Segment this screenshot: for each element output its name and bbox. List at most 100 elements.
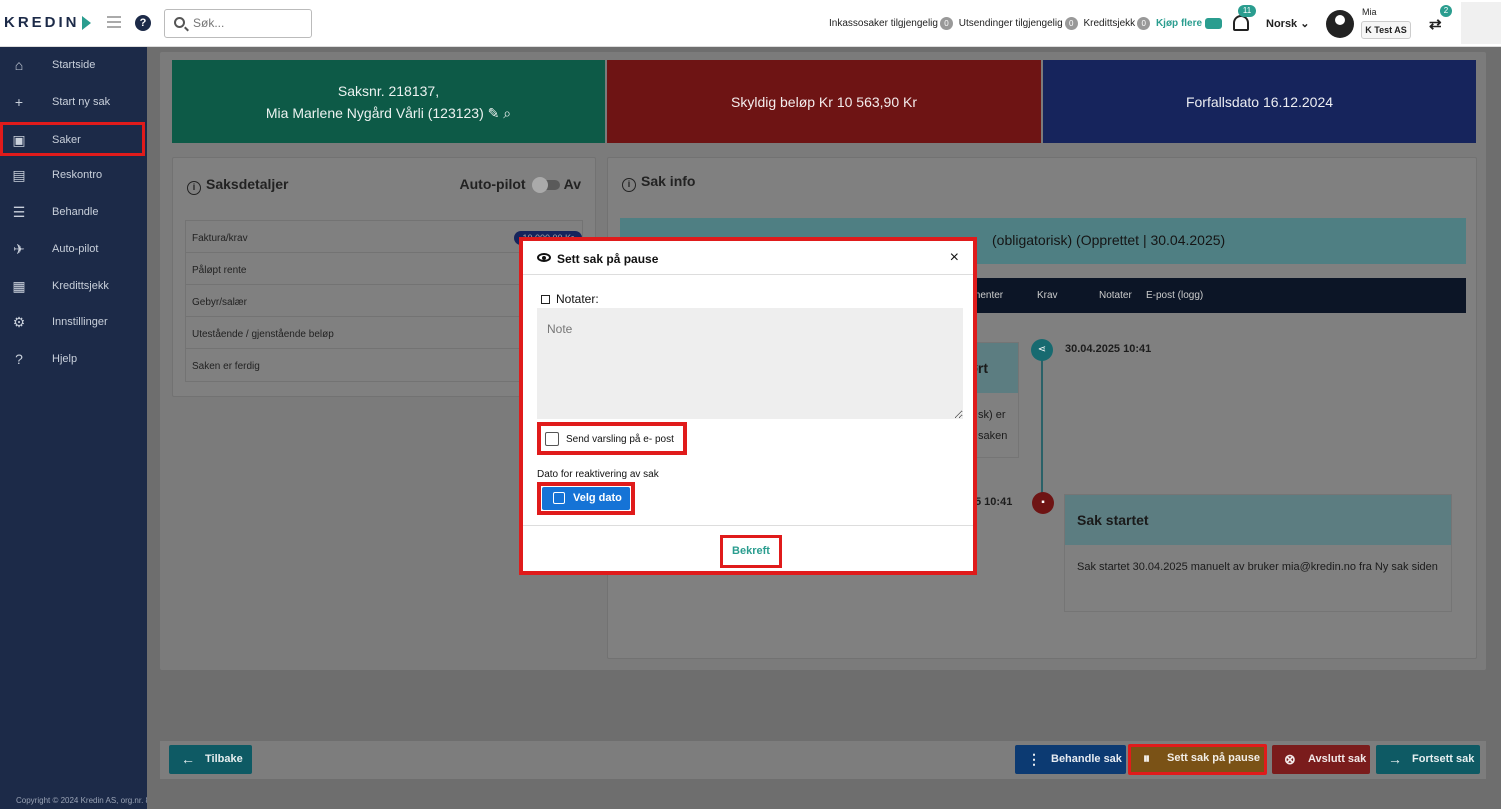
sidebar-item-hjelp[interactable]: ? Hjelp [0, 341, 147, 377]
close-icon[interactable]: × [950, 249, 959, 267]
dialog-footer-divider [523, 525, 973, 526]
pause-case-button[interactable]: ⏸ Sett sak på pause [1128, 744, 1267, 775]
edit-note-icon [541, 295, 550, 304]
counter-label-kredittsjekk: Kredittsjekk [1083, 18, 1136, 30]
language-label: Norsk [1266, 18, 1298, 30]
sidebar-item-saker[interactable]: ▣ Saker [0, 122, 145, 156]
back-button[interactable]: ← Tilbake [169, 745, 252, 774]
usage-counters: Inkassosaker tilgjengelig 0 Utsendinger t… [829, 17, 1223, 30]
reactivation-date-label: Dato for reaktivering av sak [537, 469, 659, 480]
eye-icon [537, 253, 551, 262]
kredin-logo[interactable]: KREDIN [4, 14, 91, 31]
sidebar-item-reskontro[interactable]: ▤ Reskontro [0, 157, 147, 193]
sidebar-item-start-ny-sak[interactable]: + Start ny sak [0, 84, 147, 120]
close-case-button[interactable]: ⊗ Avslutt sak [1272, 745, 1370, 774]
case-details-title: i Saksdetaljer [187, 176, 289, 195]
event-body: Sak startet 30.04.2025 manuelt av bruker… [1077, 561, 1438, 573]
sidebar-item-label: Kredittsjekk [52, 280, 109, 292]
share-icon: ⋖ [1031, 339, 1053, 361]
company-switcher[interactable]: K Test AS [1361, 21, 1411, 39]
search-input[interactable] [193, 16, 303, 30]
document-icon: ▤ [12, 167, 26, 183]
briefcase-icon: ▣ [12, 132, 26, 148]
search-icon [174, 17, 185, 28]
timeline-date: 30.04.2025 10:41 [1065, 343, 1152, 355]
help-icon[interactable]: ? [135, 15, 151, 31]
checklist-icon: ☰ [12, 204, 26, 220]
home-icon: ⌂ [14, 57, 24, 73]
top-bar: KREDIN ? Inkassosaker tilgjengelig0 Utse… [0, 0, 1501, 47]
sidebar-item-label: Startside [52, 59, 96, 71]
sidebar-item-label: Auto-pilot [52, 243, 99, 255]
case-info-title: i Sak info [622, 173, 695, 192]
info-icon: i [622, 178, 636, 192]
sidebar-item-kredittsjekk[interactable]: ▦ Kredittsjekk [0, 268, 147, 304]
language-select[interactable]: Norsk ⌄ [1266, 17, 1309, 30]
calendar-icon [553, 492, 565, 504]
notify-email-option[interactable]: Send varsling på e- post [537, 422, 687, 455]
wallet-icon[interactable] [1205, 18, 1223, 29]
swap-badge: 2 [1440, 5, 1452, 17]
search-debtor-icon[interactable]: ⌕ [503, 105, 511, 121]
user-name: Mia [1362, 7, 1377, 17]
sidebar-item-label: Reskontro [52, 169, 103, 181]
more-vertical-icon: ⋮ [1027, 751, 1041, 767]
pause-case-dialog: Sett sak på pause × Notater: Send varsli… [519, 237, 977, 575]
tab-notater[interactable]: Notater [1099, 290, 1132, 301]
swap-icon[interactable]: ⇄ [1429, 15, 1442, 33]
sidebar-item-innstillinger[interactable]: ⚙ Innstillinger [0, 304, 147, 340]
buy-more-link[interactable]: Kjøp flere [1156, 18, 1202, 29]
menu-toggle-icon[interactable] [107, 16, 121, 31]
tab-krav[interactable]: Krav [1037, 290, 1058, 301]
arrow-right-icon: → [1388, 751, 1402, 767]
notes-textarea[interactable] [537, 308, 963, 419]
toggle-switch[interactable] [531, 177, 560, 194]
tab-epost-logg[interactable]: E-post (logg) [1146, 290, 1203, 301]
counter-badge-inkasso: 0 [939, 17, 953, 30]
counter-badge-kredittsjekk: 0 [1137, 17, 1151, 30]
dialog-title: Sett sak på pause [557, 252, 659, 266]
notify-email-checkbox[interactable] [545, 432, 559, 446]
case-number-tile: Saksnr. 218137, Mia Marlene Nygård Vårli… [172, 60, 605, 143]
plus-icon: + [14, 94, 24, 110]
sidebar-item-startside[interactable]: ⌂ Startside [0, 47, 147, 83]
notify-email-label[interactable]: Send varsling på e- post [566, 434, 674, 445]
sidebar-item-behandle[interactable]: ☰ Behandle [0, 194, 147, 230]
edit-icon[interactable]: ✎ [488, 105, 500, 121]
counter-label-inkasso: Inkassosaker tilgjengelig [829, 18, 938, 30]
counter-label-utsendinger: Utsendinger tilgjengelig [958, 18, 1063, 30]
sidebar-item-label: Start ny sak [52, 96, 111, 108]
case-number: Saksnr. 218137, [337, 82, 440, 99]
timeline-line [1041, 360, 1043, 495]
bell-icon[interactable] [1233, 15, 1249, 31]
airplane-icon: ✈ [13, 241, 25, 257]
banner-text: (obligatorisk) (Opprettet | 30.04.2025) [992, 232, 1226, 248]
search-box[interactable] [164, 9, 312, 38]
info-icon: i [187, 181, 201, 195]
avatar[interactable] [1326, 10, 1354, 38]
owed-amount-tile: Skyldig beløp Kr 10 563,90 Kr [607, 60, 1041, 143]
sidebar-item-label: Saker [52, 134, 81, 146]
gear-icon: ⚙ [12, 314, 26, 330]
case-icon: ▪ [1032, 492, 1054, 514]
continue-case-button[interactable]: → Fortsett sak [1376, 745, 1480, 774]
pick-date-button[interactable]: Velg dato [542, 487, 630, 510]
arrow-left-icon: ← [181, 751, 195, 767]
corner-placeholder [1461, 2, 1501, 44]
timeline-event-card: Sak startet Sak startet 30.04.2025 manue… [1064, 494, 1452, 612]
due-date-tile: Forfallsdato 16.12.2024 [1043, 60, 1476, 143]
timeline-date: 5 10:41 [975, 496, 1013, 508]
notification-badge: 11 [1238, 5, 1256, 17]
question-icon: ? [15, 351, 23, 367]
event-title: Sak startet [1065, 495, 1451, 545]
sidebar-item-auto-pilot[interactable]: ✈ Auto-pilot [0, 231, 147, 267]
owed-amount: Skyldig beløp Kr 10 563,90 Kr [731, 93, 917, 110]
notes-label: Notater: [541, 292, 599, 306]
treat-case-button[interactable]: ⋮ Behandle sak [1015, 745, 1126, 774]
confirm-button[interactable]: Bekreft [720, 535, 782, 568]
autopilot-toggle[interactable]: Auto-pilot Av [460, 176, 581, 194]
sidebar-item-label: Hjelp [52, 353, 78, 365]
chevron-down-icon: ⌄ [1300, 18, 1310, 30]
pick-date-button-frame[interactable]: Velg dato [537, 482, 635, 515]
dialog-header: Sett sak på pause × [523, 241, 973, 275]
